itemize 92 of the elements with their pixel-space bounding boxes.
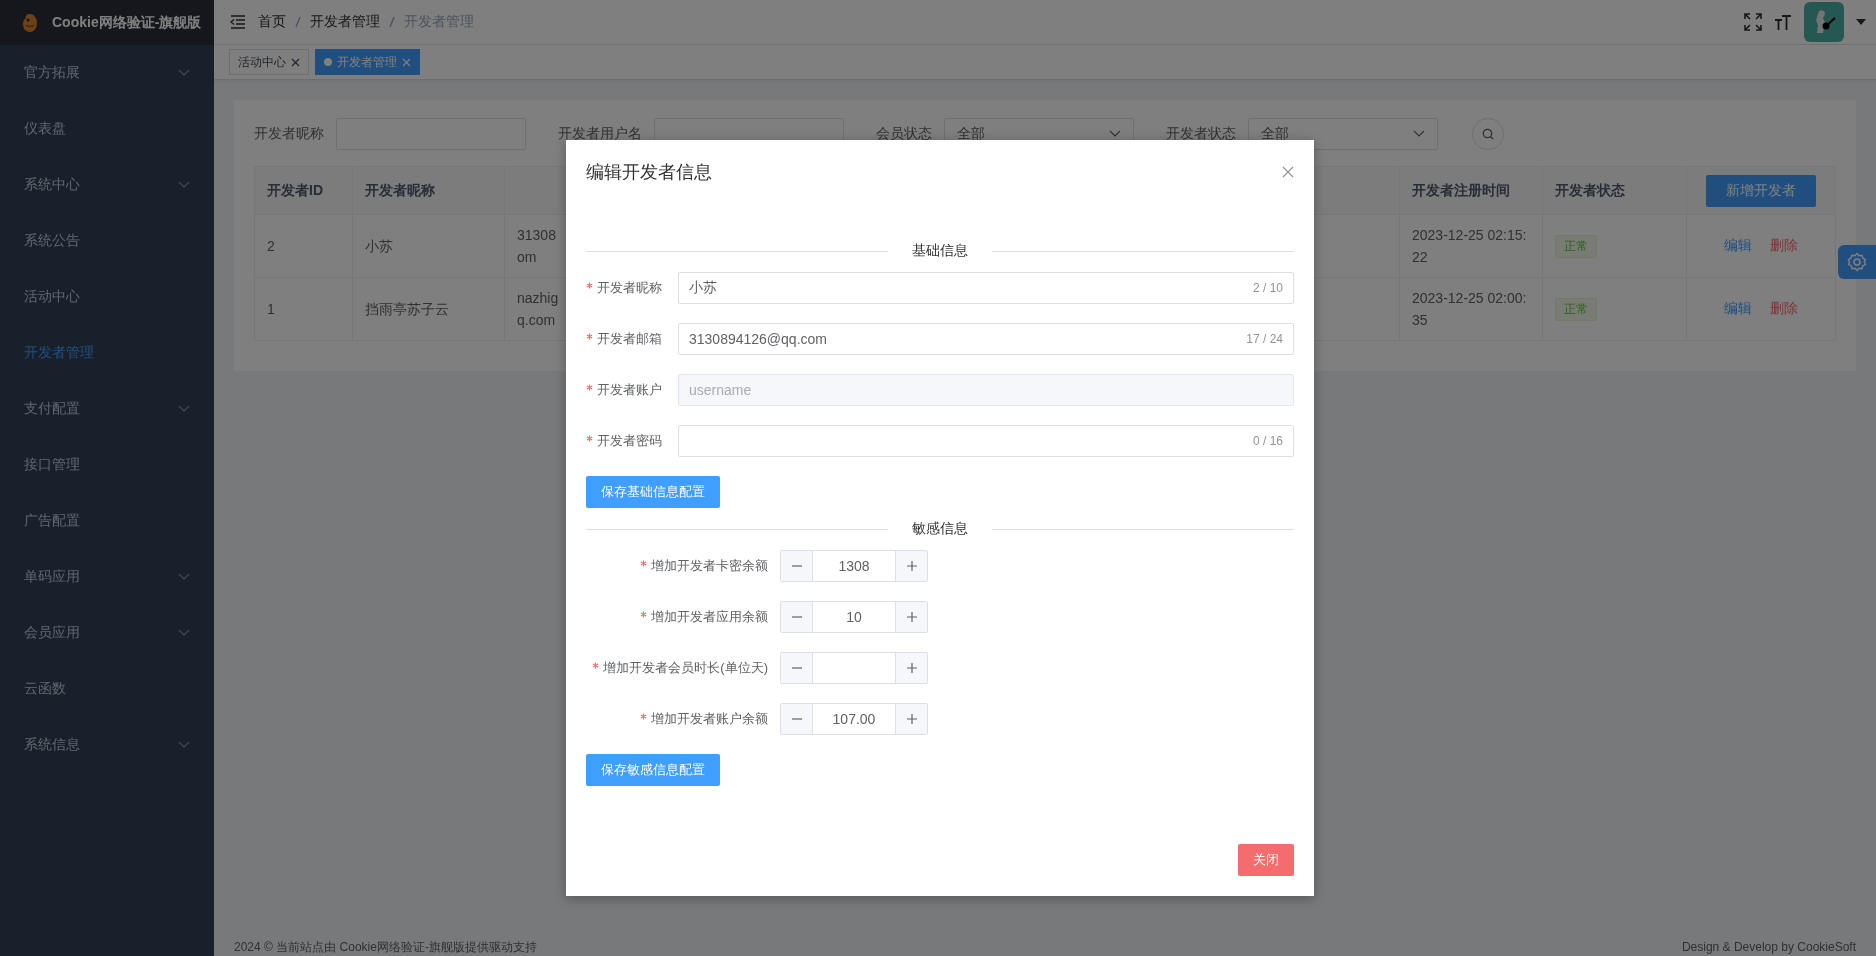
chevron-down-icon — [178, 405, 190, 413]
character-counter: 2 / 10 — [1252, 281, 1283, 295]
table-cell-text: 小苏 — [365, 237, 393, 256]
number-stepper[interactable]: 10 — [780, 601, 928, 633]
edit-link[interactable]: 编辑 — [1724, 237, 1752, 255]
fullscreen-icon[interactable] — [1744, 13, 1762, 31]
filter-label: 开发者状态 — [1166, 125, 1236, 143]
app-title: Cookie网络验证-旗舰版 — [52, 13, 202, 32]
add-developer-button[interactable]: 新增开发者 — [1706, 174, 1816, 207]
close-button[interactable]: 关闭 — [1238, 844, 1294, 876]
table-cell-text: 挡雨亭苏子云 — [365, 300, 449, 319]
breadcrumb-link[interactable]: 开发者管理 — [310, 13, 380, 31]
section-title: 敏感信息 — [912, 520, 968, 538]
chevron-down-icon — [1413, 130, 1425, 138]
chevron-down-icon — [178, 573, 190, 581]
plus-icon[interactable] — [905, 611, 918, 623]
column-header: 开发者ID — [255, 167, 353, 215]
edit-link[interactable]: 编辑 — [1724, 300, 1752, 318]
avatar[interactable] — [1804, 2, 1844, 42]
sidebar-item[interactable]: 广告配置 — [0, 493, 214, 549]
chevron-down-icon — [178, 741, 190, 749]
column-header: 开发者状态 — [1543, 167, 1687, 215]
sidebar-item[interactable]: 开发者管理 — [0, 325, 214, 381]
close-icon[interactable] — [1282, 166, 1294, 178]
field-label: 开发者昵称 — [597, 280, 662, 295]
table-cell-text: 2 — [267, 237, 275, 256]
chevron-down-icon — [178, 629, 190, 637]
dialog-title: 编辑开发者信息 — [586, 161, 712, 184]
field-label: 增加开发者会员时长(单位天) — [603, 660, 768, 675]
close-icon[interactable] — [291, 57, 300, 67]
caret-down-icon[interactable] — [1856, 19, 1866, 25]
sidebar-item[interactable]: 系统信息 — [0, 717, 214, 773]
save-button[interactable]: 保存敏感信息配置 — [586, 754, 720, 786]
sidebar-item[interactable]: 支付配置 — [0, 381, 214, 437]
chevron-down-icon — [178, 181, 190, 189]
sidebar-item[interactable]: 系统中心 — [0, 157, 214, 213]
breadcrumb-link[interactable]: 首页 — [258, 13, 286, 31]
input-field: username — [678, 374, 1294, 406]
menu-fold-icon[interactable] — [230, 15, 246, 29]
table-cell-text: 2023-12-25 02:00:35 — [1412, 289, 1528, 330]
search-icon — [1482, 128, 1494, 140]
breadcrumb-separator — [295, 16, 301, 28]
input-field[interactable]: 小苏 2 / 10 — [678, 272, 1294, 304]
footer-credit: Design & Develop by CookieSoft — [1681, 940, 1856, 954]
input-field[interactable]: 0 / 16 — [678, 425, 1294, 457]
font-size-icon[interactable] — [1774, 13, 1792, 31]
page-tab[interactable]: 活动中心 — [229, 49, 309, 75]
field-label: 开发者账户 — [597, 382, 662, 397]
page-tab[interactable]: 开发者管理 — [315, 49, 420, 75]
sidebar-item[interactable]: 仪表盘 — [0, 101, 214, 157]
column-header: 开发者注册时间 — [1400, 167, 1543, 215]
gear-icon — [1847, 252, 1867, 272]
status-tag: 正常 — [1555, 297, 1597, 321]
field-label: 增加开发者应用余额 — [651, 609, 768, 624]
filter-label: 开发者昵称 — [254, 125, 324, 143]
delete-link[interactable]: 删除 — [1770, 300, 1798, 318]
field-label: 开发者邮箱 — [597, 331, 662, 346]
table-cell-text: 1 — [267, 300, 275, 319]
sidebar-item[interactable]: 云函数 — [0, 661, 214, 717]
filter-label: 会员状态 — [876, 125, 932, 143]
column-header: 开发者昵称 — [353, 167, 505, 215]
field-label: 开发者密码 — [597, 433, 662, 448]
filter-label: 开发者用户名 — [558, 125, 642, 143]
active-dot — [324, 58, 332, 66]
sidebar-item[interactable]: 单码应用 — [0, 549, 214, 605]
chevron-down-icon — [1109, 130, 1121, 138]
footer-text: 2024 © 当前站点由 Cookie网络验证-旗舰版提供驱动支持 — [234, 940, 537, 954]
breadcrumb-separator — [389, 16, 395, 28]
section-title: 基础信息 — [912, 242, 968, 260]
settings-button[interactable] — [1838, 245, 1876, 279]
save-button[interactable]: 保存基础信息配置 — [586, 476, 720, 508]
table-cell-text: 2023-12-25 02:15:22 — [1412, 226, 1528, 267]
table-cell-text: 31308 om — [517, 226, 556, 267]
sidebar-item[interactable]: 系统公告 — [0, 213, 214, 269]
plus-icon[interactable] — [905, 662, 918, 674]
chevron-down-icon — [178, 69, 190, 77]
field-label: 增加开发者账户余额 — [651, 711, 768, 726]
number-stepper[interactable]: 107.00 — [780, 703, 928, 735]
sidebar-item[interactable]: 会员应用 — [0, 605, 214, 661]
bird-logo-icon — [20, 11, 40, 34]
sidebar-item[interactable]: 活动中心 — [0, 269, 214, 325]
plus-icon[interactable] — [905, 713, 918, 725]
plus-icon[interactable] — [905, 560, 918, 572]
table-cell-text: nazhig q.com — [517, 289, 559, 330]
status-tag: 正常 — [1555, 234, 1597, 258]
input-field[interactable]: 3130894126@qq.com 17 / 24 — [678, 323, 1294, 355]
character-counter: 17 / 24 — [1246, 332, 1283, 346]
delete-link[interactable]: 删除 — [1770, 237, 1798, 255]
sidebar-item[interactable]: 官方拓展 — [0, 45, 214, 101]
number-stepper[interactable]: 1308 — [780, 550, 928, 582]
character-counter: 0 / 16 — [1252, 434, 1283, 448]
field-label: 增加开发者卡密余额 — [651, 558, 768, 573]
